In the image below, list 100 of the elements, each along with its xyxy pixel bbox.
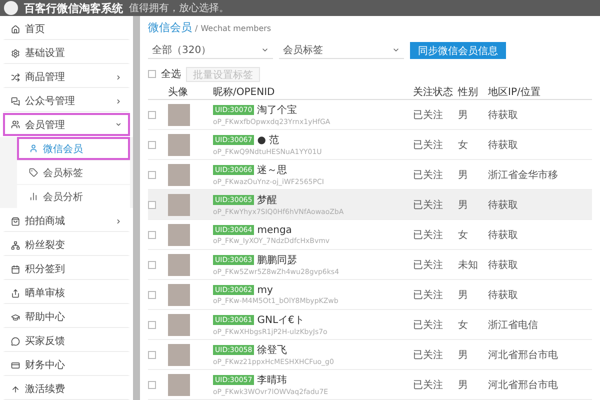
photo-placeholder (168, 104, 190, 126)
nickname: 李晴玮 (257, 374, 288, 387)
group-select[interactable]: 全部（320） (148, 42, 273, 59)
row-checkbox[interactable] (148, 350, 156, 358)
sidebar-item[interactable]: 首页 (3, 17, 130, 40)
gender: 女 (458, 138, 469, 152)
follow-status: 已关注 (413, 138, 444, 152)
sidebar-item[interactable]: 粉丝裂变 (3, 233, 130, 256)
region: 待获取 (488, 258, 519, 272)
nickname: 鹏鹏同瑟 (257, 254, 298, 267)
sidebar-item[interactable]: 会员管理 (3, 113, 130, 136)
gender: 女 (458, 228, 469, 242)
follow-status: 已关注 (413, 288, 444, 302)
nickname: my (257, 284, 273, 296)
column-header: 性别 (458, 86, 479, 98)
region: 待获取 (488, 198, 519, 212)
sidebar-item[interactable]: 晒单审核 (3, 281, 130, 304)
menu-icon (11, 216, 20, 226)
follow-status: 已关注 (413, 378, 444, 392)
app-slogan: 值得拥有，放心选择。 (129, 2, 229, 15)
sidebar-item[interactable]: 帮助中心 (3, 305, 130, 328)
follow-status: 已关注 (413, 168, 444, 182)
sidebar-item[interactable]: 商品管理 (3, 65, 130, 88)
photo-placeholder (168, 314, 190, 336)
menu-icon (11, 48, 20, 58)
gender: 未知 (458, 258, 479, 272)
gender: 男 (458, 198, 469, 212)
row-checkbox[interactable] (148, 110, 156, 118)
menu-icon (29, 192, 38, 201)
sidebar-item[interactable]: 激活续费 (3, 377, 130, 400)
submenu-item[interactable]: 会员分析 (17, 185, 130, 208)
menu-icon (11, 96, 20, 106)
row-checkbox[interactable] (148, 320, 156, 328)
nickname: 淘了个宝 (257, 104, 298, 117)
menu-icon (11, 72, 20, 82)
sidebar-item[interactable]: 买家反馈 (3, 329, 130, 352)
select-all-checkbox[interactable] (148, 70, 156, 78)
column-header: 地区IP/位置 (488, 86, 542, 98)
caret-icon (392, 46, 400, 54)
follow-status: 已关注 (413, 108, 444, 122)
menu-icon (29, 168, 38, 177)
sidebar-item[interactable]: 公众号管理 (3, 89, 130, 112)
submenu-item[interactable]: 微信会员 (17, 137, 130, 160)
menu-icon (11, 336, 20, 346)
sidebar-item[interactable]: 财务中心 (3, 353, 130, 376)
row-checkbox[interactable] (148, 200, 156, 208)
photo-placeholder (168, 344, 190, 366)
sidebar-item[interactable]: 拍拍商城 (3, 209, 130, 232)
menu-icon (29, 144, 38, 153)
gender: 女 (458, 318, 469, 332)
column-header: 昵称/OPENID (213, 86, 276, 98)
follow-status: 已关注 (413, 228, 444, 242)
region: 河北省邢台市电 (488, 348, 559, 362)
menu-icon (11, 288, 20, 298)
gender: 男 (458, 288, 469, 302)
nickname: ● 范 (257, 134, 280, 147)
row-checkbox[interactable] (148, 380, 156, 388)
row-checkbox[interactable] (148, 140, 156, 148)
caret-icon (261, 46, 269, 54)
menu-icon (11, 384, 20, 394)
submenu-item[interactable]: 会员标签 (17, 161, 130, 184)
photo-placeholder (168, 164, 190, 186)
region: 待获取 (488, 108, 519, 122)
page-title: 微信会员 (148, 20, 192, 35)
follow-status: 已关注 (413, 258, 444, 272)
follow-status: 已关注 (413, 318, 444, 332)
menu-icon (11, 24, 20, 34)
region: 待获取 (488, 228, 519, 242)
breadcrumb-separator: / (195, 24, 198, 33)
sidebar-item[interactable]: 积分签到 (3, 257, 130, 280)
follow-status: 已关注 (413, 348, 444, 362)
gender: 男 (458, 378, 469, 392)
gender: 男 (458, 108, 469, 122)
column-header: 关注状态 (413, 86, 454, 98)
menu-icon (11, 312, 20, 322)
gender: 男 (458, 168, 469, 182)
region: 河北省邢台市电 (488, 378, 559, 392)
row-checkbox[interactable] (148, 290, 156, 298)
gender: 男 (458, 348, 469, 362)
row-checkbox[interactable] (148, 260, 156, 268)
nickname: 徐登飞 (257, 344, 288, 357)
select-all-label: 全选 (161, 68, 181, 81)
photo-placeholder (168, 224, 190, 246)
logo-icon (4, 1, 18, 15)
row-checkbox[interactable] (148, 230, 156, 238)
photo-placeholder (168, 194, 190, 216)
sync-button[interactable]: 同步微信会员信息 (410, 42, 506, 59)
region: 待获取 (488, 138, 519, 152)
menu-icon (11, 264, 20, 274)
row-checkbox[interactable] (148, 170, 156, 178)
nickname: menga (257, 224, 292, 236)
photo-placeholder (168, 134, 190, 156)
region: 待获取 (488, 288, 519, 302)
tag-select[interactable]: 会员标签 (279, 42, 404, 59)
menu-icon (11, 240, 20, 250)
menu-icon (11, 120, 20, 129)
app-title: 百客行微信淘客系统 (24, 0, 123, 16)
sidebar-item[interactable]: 基础设置 (3, 41, 130, 64)
nickname: 迷～思 (257, 164, 288, 177)
photo-placeholder (168, 284, 190, 306)
